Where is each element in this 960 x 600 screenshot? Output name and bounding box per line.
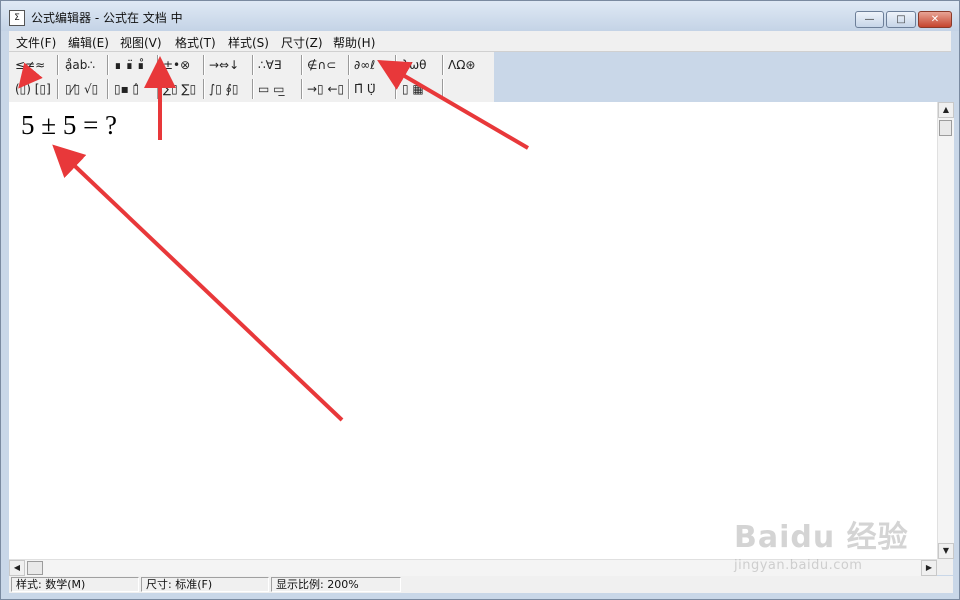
watermark-logo: Baidu 经验 [734,520,909,555]
greek-uppercase-palette[interactable]: ΛΩ⊛ [448,54,475,76]
spaces-ellipses-palette[interactable]: ạ̊ab∴ [65,54,95,76]
toolbar-separator [107,55,109,75]
relational-symbols-palette[interactable]: ≤≠≈ [15,54,45,76]
symbol-toolbar: ≤≠≈ ạ̊ab∴ ∎ ∎̈ ∎̊ ±•⊗ →⇔↓ ∴∀∃ ∉∩⊂ ∂∞ℓ λω… [9,52,494,102]
menu-bar: 文件(F) 编辑(E) 视图(V) 格式(T) 样式(S) 尺寸(Z) 帮助(H… [9,31,951,52]
operator-symbols-palette[interactable]: ±•⊗ [163,54,190,76]
template-palette-row: (▯) [▯] ▯⁄▯ √▯ ▯▪ ▯̂ ∑▯ ∑▯ ∫▯ ∮▯ ▭ ▭̲ →▯… [9,77,494,101]
app-icon: Σ [9,10,25,26]
status-size: 尺寸: 标准(F) [141,577,269,592]
misc-symbols-palette[interactable]: ∂∞ℓ [354,54,375,76]
toolbar-separator [348,55,350,75]
toolbar-separator [157,55,159,75]
toolbar-separator [203,79,205,99]
greek-lowercase-palette[interactable]: λωθ [402,54,427,76]
script-templates-palette[interactable]: ▯▪ ▯̂ [114,78,139,100]
toolbar-separator [442,79,444,99]
menu-file[interactable]: 文件(F) [16,34,56,51]
equation-editor-window: Σ 公式编辑器 - 公式在 文档 中 — □ ✕ 文件(F) 编辑(E) 视图(… [0,0,960,600]
maximize-button[interactable]: □ [886,11,916,28]
menu-format[interactable]: 格式(T) [175,34,216,51]
formula-expression[interactable]: 5 ± 5 = ? [21,110,117,141]
vertical-scroll-thumb[interactable] [939,120,952,136]
underbar-overbar-templates-palette[interactable]: ▭ ▭̲ [258,78,285,100]
toolbar-separator [157,79,159,99]
scroll-up-arrow[interactable]: ▲ [938,102,954,118]
scroll-left-arrow[interactable]: ◀ [9,560,25,576]
watermark-url: jingyan.baidu.com [734,558,863,573]
horizontal-scroll-thumb[interactable] [27,561,43,575]
toolbar-separator [395,55,397,75]
scrollbar-corner [937,559,953,575]
window-title: 公式编辑器 - 公式在 文档 中 [31,11,183,25]
labeled-arrow-templates-palette[interactable]: →▯ ←▯ [307,78,344,100]
integral-templates-palette[interactable]: ∫▯ ∮▯ [209,78,239,100]
toolbar-separator [348,79,350,99]
products-set-templates-palette[interactable]: Π̄ Ụ̈ [354,78,376,100]
menu-style[interactable]: 样式(S) [228,34,269,51]
scroll-down-arrow[interactable]: ▼ [938,543,954,559]
vertical-scrollbar[interactable]: ▲ ▼ [937,102,954,559]
fraction-radical-templates-palette[interactable]: ▯⁄▯ √▯ [65,78,98,100]
close-button[interactable]: ✕ [918,11,952,28]
arrow-symbols-palette[interactable]: →⇔↓ [209,54,239,76]
logical-symbols-palette[interactable]: ∴∀∃ [258,54,281,76]
symbol-palette-row: ≤≠≈ ạ̊ab∴ ∎ ∎̈ ∎̊ ±•⊗ →⇔↓ ∴∀∃ ∉∩⊂ ∂∞ℓ λω… [9,53,494,77]
baidu-jingyan-watermark: Baidu 经验 jingyan.baidu.com [734,512,909,573]
minimize-button[interactable]: — [855,11,884,28]
status-bar: 样式: 数学(M) 尺寸: 标准(F) 显示比例: 200% [9,576,953,593]
toolbar-separator [107,79,109,99]
fence-templates-palette[interactable]: (▯) [▯] [15,78,51,100]
scroll-right-arrow[interactable]: ▶ [921,560,937,576]
toolbar-separator [442,55,444,75]
status-zoom: 显示比例: 200% [271,577,401,592]
toolbar-separator [252,79,254,99]
matrix-templates-palette[interactable]: ▯ ▦ [402,78,424,100]
embellishments-palette[interactable]: ∎ ∎̈ ∎̊ [114,54,145,76]
menu-edit[interactable]: 编辑(E) [68,34,109,51]
toolbar-separator [203,55,205,75]
toolbar-separator [57,79,59,99]
toolbar-separator [301,55,303,75]
toolbar-separator [301,79,303,99]
toolbar-separator [395,79,397,99]
title-bar[interactable]: Σ 公式编辑器 - 公式在 文档 中 — □ ✕ [1,1,959,31]
menu-size[interactable]: 尺寸(Z) [281,34,323,51]
set-theory-symbols-palette[interactable]: ∉∩⊂ [307,54,336,76]
toolbar-separator [57,55,59,75]
toolbar-separator [252,55,254,75]
menu-view[interactable]: 视图(V) [120,34,162,51]
summation-templates-palette[interactable]: ∑▯ ∑▯ [163,78,196,100]
formula-canvas[interactable]: 5 ± 5 = ? [9,102,937,559]
menu-help[interactable]: 帮助(H) [333,34,375,51]
status-style: 样式: 数学(M) [11,577,139,592]
